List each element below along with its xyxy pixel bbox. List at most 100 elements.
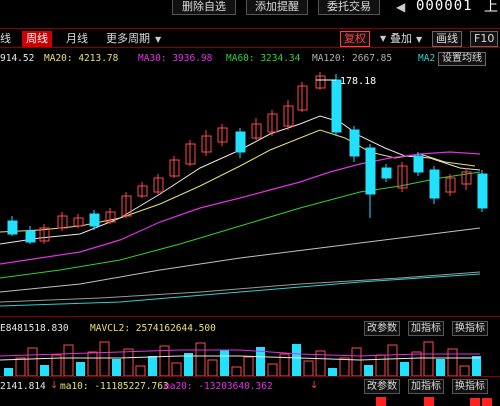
- tab-month[interactable]: 月线: [66, 31, 88, 47]
- volume-bar: [411, 351, 422, 377]
- fuquan-button[interactable]: 复权: [340, 31, 370, 47]
- volume-bar: [364, 365, 373, 376]
- volume-bar: [123, 348, 134, 377]
- candlestick-chart[interactable]: 178.18: [0, 66, 500, 316]
- tab-week[interactable]: 周线: [22, 31, 52, 47]
- volume-bar: [148, 356, 157, 376]
- volume-bar: [63, 344, 74, 377]
- ind1-bottom-separator: [0, 376, 500, 377]
- volume-bar: [267, 363, 278, 377]
- set-ma-button[interactable]: 设置均线: [438, 52, 486, 66]
- candle: [413, 155, 424, 173]
- volume-bar: [220, 350, 229, 376]
- volume-bar: [436, 359, 445, 376]
- main-bottom-separator: [0, 316, 500, 317]
- ind1-switch-indicator-button[interactable]: 换指标: [452, 321, 488, 336]
- down-arrow-icon-2: ↓: [310, 380, 319, 391]
- ind1-change-param-button[interactable]: 改参数: [364, 321, 400, 336]
- ma20-value: MA20: 4213.78: [44, 53, 119, 64]
- prev-stock-icon[interactable]: ◀: [396, 0, 405, 14]
- volume-bar: [303, 360, 314, 377]
- volume-chart[interactable]: [0, 336, 500, 378]
- stock-name-partial: 上: [484, 0, 498, 15]
- ma10-value: 914.52: [0, 53, 35, 64]
- ind2-ma20-value: ma20: -13203640.362: [164, 381, 273, 392]
- nav-top-border: [0, 28, 500, 29]
- ma-magenta-line: [0, 151, 481, 265]
- ma-green-line: [0, 171, 481, 279]
- ind2-add-indicator-button[interactable]: 加指标: [408, 379, 444, 394]
- volume-bar: [40, 365, 49, 376]
- ind1-add-indicator-button[interactable]: 加指标: [408, 321, 444, 336]
- ma30-value: MA30: 3936.98: [138, 53, 213, 64]
- volume-bar: [112, 359, 121, 376]
- volume-bar: [171, 362, 182, 377]
- f10-button[interactable]: F10: [470, 31, 499, 47]
- tab-prev-period[interactable]: 线: [0, 31, 11, 47]
- volume-bar: [328, 368, 337, 376]
- volume-ma2-line: [0, 355, 480, 361]
- ind2-bar: [376, 397, 386, 406]
- tab-more-periods[interactable]: 更多周期: [106, 31, 150, 47]
- volume-bar: [99, 341, 110, 377]
- trade-button[interactable]: 委托交易: [318, 0, 380, 15]
- candle: [381, 167, 392, 179]
- down-arrow-icon: ↓: [50, 380, 59, 391]
- volume-bar: [243, 356, 254, 377]
- volume-bar: [207, 359, 218, 377]
- volume-bar: [459, 365, 470, 377]
- volume-bars: [4, 341, 481, 377]
- ma-gray-line: [0, 227, 481, 293]
- volume-bar: [15, 357, 26, 377]
- ma120-value: MA120: 2667.85: [312, 53, 393, 64]
- ind2-chart[interactable]: [0, 396, 500, 406]
- more-periods-dropdown-icon[interactable]: ▼: [155, 35, 161, 44]
- ma-extra-label: MA2: [418, 53, 436, 64]
- ind2-bar: [424, 397, 434, 406]
- candle: [25, 230, 36, 243]
- candle: [7, 220, 18, 235]
- draw-line-button[interactable]: 画线: [432, 31, 462, 47]
- mavcl2-value: MAVCL2: 2574162644.500: [90, 323, 216, 334]
- candle: [477, 173, 488, 209]
- volume-bar: [472, 356, 481, 376]
- remove-watchlist-button[interactable]: 删除自选: [172, 0, 236, 15]
- stock-code: 000001: [416, 0, 473, 14]
- volume-bar: [447, 348, 458, 377]
- candles: [7, 72, 488, 244]
- volume-bar: [375, 354, 386, 377]
- volume-ma-line: [0, 349, 480, 357]
- overlay-dropdown-icon[interactable]: ▼: [416, 35, 422, 44]
- ma60-value: MA60: 3234.34: [226, 53, 301, 64]
- period-nav: 线 周线 月线 更多周期 ▼ 复权 ▼ 叠加 ▼ 画线 F10: [0, 28, 500, 48]
- candle: [89, 213, 100, 227]
- ind2-change-param-button[interactable]: 改参数: [364, 379, 400, 394]
- volume-bar: [4, 368, 13, 376]
- ma-gray2-line: [0, 271, 481, 303]
- top-toolbar: 删除自选 添加提醒 委托交易 ◀ 000001 上: [0, 0, 500, 20]
- volume-bar: [87, 351, 98, 377]
- high-price-label: 178.18: [340, 76, 376, 87]
- volume-bar: [423, 341, 434, 377]
- ind2-bar: [470, 398, 480, 406]
- volume-bar: [400, 362, 409, 376]
- ind2-ma10-value: ma10: -11185227.763: [60, 381, 169, 392]
- volume-bar: [76, 362, 85, 376]
- volume-bar: [195, 342, 206, 377]
- overlay-button[interactable]: 叠加: [390, 31, 412, 47]
- candle: [429, 169, 440, 199]
- volume-bar: [231, 366, 242, 377]
- nav-bottom-border: [0, 47, 500, 48]
- ind2-bar: [482, 398, 492, 406]
- ind2-left-value: 2141.814: [0, 381, 46, 392]
- volume-bar: [135, 365, 146, 377]
- volume-bar: [351, 347, 362, 377]
- volume-bar: [387, 344, 398, 377]
- add-alert-button[interactable]: 添加提醒: [246, 0, 308, 15]
- ind2-switch-indicator-button[interactable]: 换指标: [452, 379, 488, 394]
- volume-bar: [292, 344, 301, 376]
- ma-cyan-line: [0, 273, 481, 307]
- volume-left-value: E8481518.830: [0, 323, 69, 334]
- fuquan-dropdown-icon[interactable]: ▼: [380, 34, 386, 43]
- candle: [349, 129, 360, 157]
